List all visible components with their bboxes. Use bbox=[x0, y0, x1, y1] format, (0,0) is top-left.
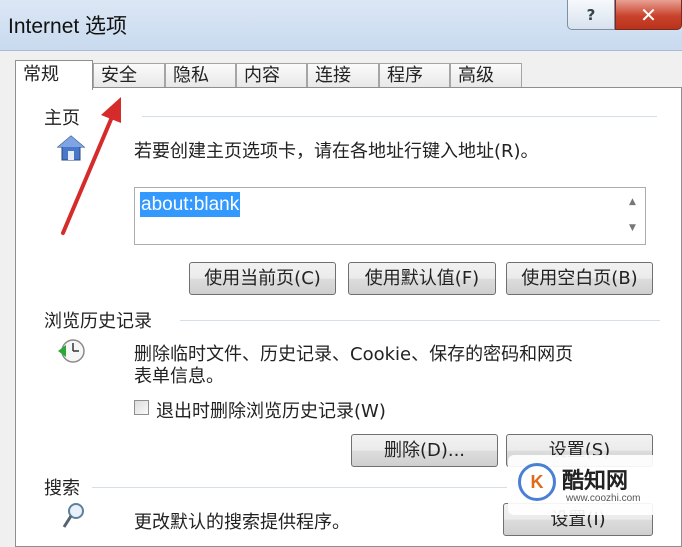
help-icon: ? bbox=[586, 5, 596, 24]
help-button[interactable]: ? bbox=[567, 0, 615, 30]
tab-advanced[interactable]: 高级 bbox=[450, 63, 522, 88]
use-blank-button[interactable]: 使用空白页(B) bbox=[506, 262, 653, 295]
history-divider bbox=[180, 320, 660, 321]
scroll-up-icon[interactable]: ▲ bbox=[629, 197, 639, 207]
delete-on-exit-checkbox[interactable] bbox=[134, 400, 149, 415]
homepage-url-field[interactable]: about:blank ▲ ▼ bbox=[134, 187, 646, 245]
tab-security[interactable]: 安全 bbox=[93, 63, 165, 88]
tab-strip: 常规 安全 隐私 内容 连接 程序 高级 bbox=[15, 60, 675, 90]
search-magnifier-icon bbox=[62, 503, 84, 528]
watermark-name: 酷知网 bbox=[562, 469, 629, 494]
delete-history-button[interactable]: 删除(D)... bbox=[351, 434, 498, 467]
window-title: Internet 选项 bbox=[8, 15, 128, 38]
coozhi-logo-icon: K bbox=[518, 463, 556, 501]
delete-on-exit-label[interactable]: 退出时删除浏览历史记录(W) bbox=[156, 397, 386, 423]
close-icon: ✕ bbox=[640, 2, 657, 27]
history-clock-icon bbox=[58, 339, 85, 363]
red-arrow-annotation bbox=[61, 97, 121, 235]
search-divider bbox=[92, 487, 507, 488]
watermark: K 酷知网 www.coozhi.com bbox=[508, 455, 658, 515]
homepage-url-text: about:blank bbox=[140, 192, 241, 217]
tab-programs[interactable]: 程序 bbox=[379, 63, 450, 88]
tab-content[interactable]: 内容 bbox=[236, 63, 307, 88]
watermark-url: www.coozhi.com bbox=[566, 493, 641, 504]
history-group-label: 浏览历史记录 bbox=[44, 311, 152, 332]
use-default-button[interactable]: 使用默认值(F) bbox=[348, 262, 496, 295]
homepage-description: 若要创建主页选项卡，请在各地址行键入地址(R)。 bbox=[134, 141, 539, 162]
use-current-page-button[interactable]: 使用当前页(C) bbox=[189, 262, 336, 295]
tab-privacy[interactable]: 隐私 bbox=[165, 63, 236, 88]
title-bar: Internet 选项 ? ✕ bbox=[0, 0, 682, 51]
tab-connections[interactable]: 连接 bbox=[307, 63, 379, 88]
tab-general[interactable]: 常规 bbox=[15, 60, 93, 90]
search-group-label: 搜索 bbox=[44, 478, 80, 499]
search-description: 更改默认的搜索提供程序。 bbox=[134, 512, 350, 533]
close-button[interactable]: ✕ bbox=[615, 0, 682, 30]
homepage-divider bbox=[142, 116, 657, 117]
history-description-line2: 表单信息。 bbox=[134, 366, 224, 387]
scroll-down-icon[interactable]: ▼ bbox=[629, 223, 639, 233]
watermark-logo-text: K bbox=[530, 471, 544, 492]
